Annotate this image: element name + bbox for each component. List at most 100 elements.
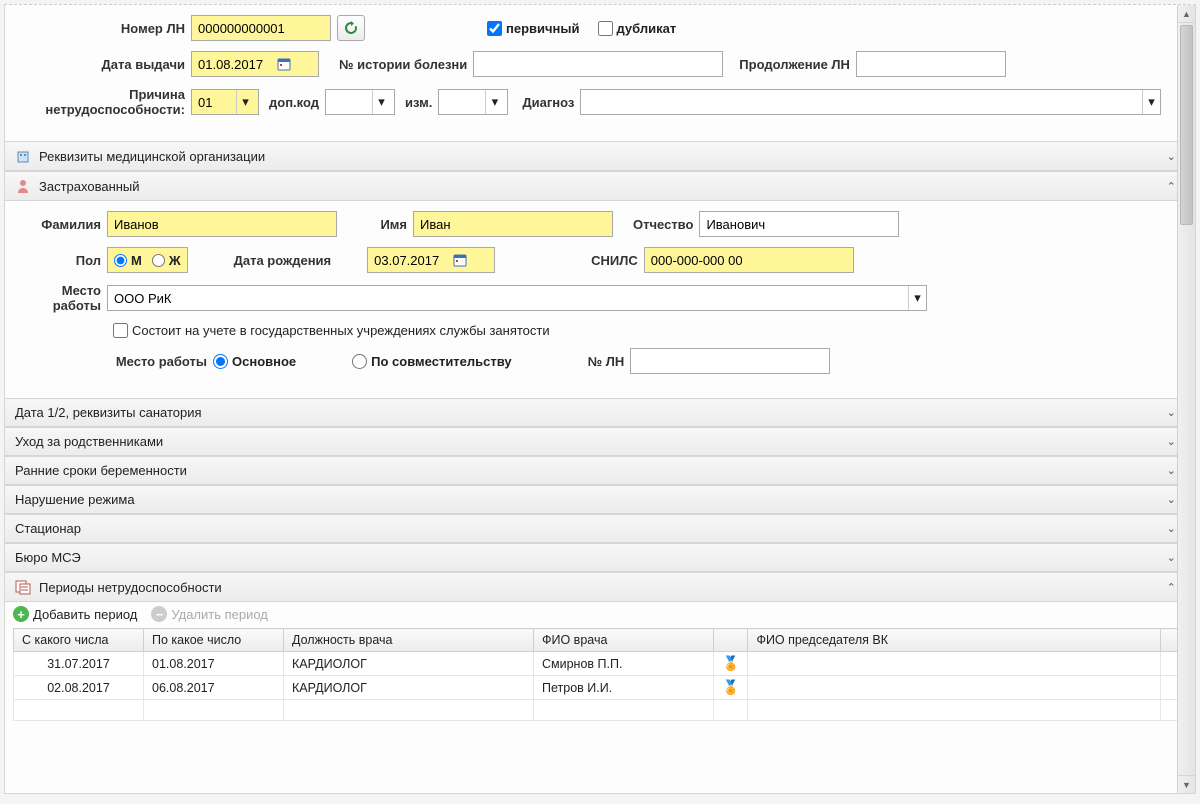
periods-table[interactable]: С какого числа По какое число Должность … (13, 628, 1187, 721)
workplace-secondary-wrap[interactable]: По совместительству (352, 354, 512, 369)
label-issue-date: Дата выдачи (15, 57, 185, 72)
ln-no-input[interactable] (630, 348, 830, 374)
gender-f-radio[interactable] (152, 254, 165, 267)
label-workplace-2: работы (17, 298, 101, 313)
section-date12-title: Дата 1/2, реквизиты санатория (15, 405, 1159, 420)
workplace-main-label: Основное (232, 354, 296, 369)
col-position[interactable]: Должность врача (284, 629, 534, 652)
primary-checkbox[interactable] (487, 21, 502, 36)
section-mse[interactable]: Бюро МСЭ ⌄⌄ (5, 543, 1195, 572)
gender-radio-group[interactable]: М Ж (107, 247, 188, 273)
addcode-input[interactable] (326, 95, 372, 110)
table-row[interactable]: 31.07.2017 01.08.2017 КАРДИОЛОГ Смирнов … (14, 652, 1187, 676)
cell-badge[interactable]: 🏅 (714, 652, 748, 676)
scroll-thumb[interactable] (1180, 25, 1193, 225)
label-continuation: Продолжение ЛН (739, 57, 850, 72)
employment-center-label: Состоит на учете в государственных учреж… (132, 323, 550, 338)
col-chairman[interactable]: ФИО председателя ВК (748, 629, 1161, 652)
primary-checkbox-wrap[interactable]: первичный (487, 21, 580, 36)
addcode-combo[interactable]: ▾ (325, 89, 395, 115)
label-diagnosis: Диагноз (522, 95, 574, 110)
section-violation-title: Нарушение режима (15, 492, 1159, 507)
workplace-main-radio[interactable] (213, 354, 228, 369)
section-periods-title: Периоды нетрудоспособности (39, 580, 1159, 595)
issue-date-input[interactable] (191, 51, 319, 77)
lastname-input[interactable] (107, 211, 337, 237)
label-workplace-type: Место работы (77, 354, 207, 369)
diagnosis-input[interactable] (581, 95, 1142, 110)
cell-from: 31.07.2017 (14, 652, 144, 676)
duplicate-checkbox-wrap[interactable]: дубликат (598, 21, 677, 36)
section-org[interactable]: Реквизиты медицинской организации ⌄⌄ (5, 141, 1195, 171)
label-change: изм. (405, 95, 432, 110)
table-row[interactable]: 02.08.2017 06.08.2017 КАРДИОЛОГ Петров И… (14, 676, 1187, 700)
employment-center-checkbox-wrap[interactable]: Состоит на учете в государственных учреж… (113, 323, 550, 338)
reason-input[interactable] (192, 95, 236, 110)
gender-m-radio[interactable] (114, 254, 127, 267)
cell-badge[interactable]: 🏅 (714, 676, 748, 700)
label-birthdate: Дата рождения (234, 253, 332, 268)
diagnosis-combo[interactable]: ▾ (580, 89, 1161, 115)
person-icon (15, 178, 31, 194)
section-pregnancy[interactable]: Ранние сроки беременности ⌄⌄ (5, 456, 1195, 485)
add-period-button[interactable]: + Добавить период (13, 606, 137, 622)
section-date12[interactable]: Дата 1/2, реквизиты санатория ⌄⌄ (5, 398, 1195, 427)
section-periods[interactable]: Периоды нетрудоспособности ⌃⌃ (5, 572, 1195, 602)
cell-to: 01.08.2017 (144, 652, 284, 676)
scroll-up-arrow[interactable]: ▲ (1178, 5, 1195, 23)
chevron-down-icon[interactable]: ▾ (485, 90, 503, 114)
cell-chairman (748, 676, 1161, 700)
table-row[interactable] (14, 700, 1187, 721)
reason-combo[interactable]: ▾ (191, 89, 259, 115)
col-badge (714, 629, 748, 652)
col-from[interactable]: С какого числа (14, 629, 144, 652)
section-violation[interactable]: Нарушение режима ⌄⌄ (5, 485, 1195, 514)
duplicate-label: дубликат (617, 21, 677, 36)
workplace-combo[interactable]: ▾ (107, 285, 927, 311)
section-mse-title: Бюро МСЭ (15, 550, 1159, 565)
change-input[interactable] (439, 95, 485, 110)
birthdate-input[interactable] (367, 247, 495, 273)
birthdate-field[interactable] (374, 253, 452, 268)
label-snils: СНИЛС (591, 253, 638, 268)
label-reason-1: Причина (15, 87, 185, 102)
snils-input[interactable] (644, 247, 854, 273)
main-form-panel: Номер ЛН первичный дубликат Дата выдачи (4, 4, 1196, 794)
label-ln-no: № ЛН (588, 354, 625, 369)
col-doctor[interactable]: ФИО врача (534, 629, 714, 652)
chevron-down-icon[interactable]: ▾ (372, 90, 390, 114)
cell-doctor: Петров И.И. (534, 676, 714, 700)
scroll-down-arrow[interactable]: ▼ (1178, 775, 1195, 793)
label-patronymic: Отчество (633, 217, 693, 232)
chevron-down-icon[interactable]: ▾ (236, 90, 254, 114)
label-reason-2: нетрудоспособности: (15, 102, 185, 117)
change-combo[interactable]: ▾ (438, 89, 508, 115)
section-care[interactable]: Уход за родственниками ⌄⌄ (5, 427, 1195, 456)
refresh-number-button[interactable] (337, 15, 365, 41)
label-workplace-1: Место (17, 283, 101, 298)
workplace-secondary-radio[interactable] (352, 354, 367, 369)
section-hospital[interactable]: Стационар ⌄⌄ (5, 514, 1195, 543)
section-org-title: Реквизиты медицинской организации (39, 149, 1159, 164)
issue-date-field[interactable] (198, 57, 276, 72)
workplace-main-wrap[interactable]: Основное (213, 354, 296, 369)
ln-number-input[interactable] (191, 15, 331, 41)
firstname-input[interactable] (413, 211, 613, 237)
patronymic-input[interactable] (699, 211, 899, 237)
chevron-down-icon[interactable]: ▾ (908, 286, 926, 310)
section-insured-title: Застрахованный (39, 179, 1159, 194)
calendar-icon[interactable] (276, 56, 292, 72)
section-insured[interactable]: Застрахованный ⌃⌃ (5, 171, 1195, 201)
plus-icon: + (13, 606, 29, 622)
delete-period-button: − Удалить период (151, 606, 268, 622)
form-top: Номер ЛН первичный дубликат Дата выдачи (5, 7, 1195, 141)
workplace-input[interactable] (108, 291, 908, 306)
calendar-icon[interactable] (452, 252, 468, 268)
vertical-scrollbar[interactable]: ▲ ▼ (1177, 5, 1195, 793)
col-to[interactable]: По какое число (144, 629, 284, 652)
employment-center-checkbox[interactable] (113, 323, 128, 338)
continuation-input[interactable] (856, 51, 1006, 77)
duplicate-checkbox[interactable] (598, 21, 613, 36)
chevron-down-icon[interactable]: ▾ (1142, 90, 1160, 114)
history-no-input[interactable] (473, 51, 723, 77)
